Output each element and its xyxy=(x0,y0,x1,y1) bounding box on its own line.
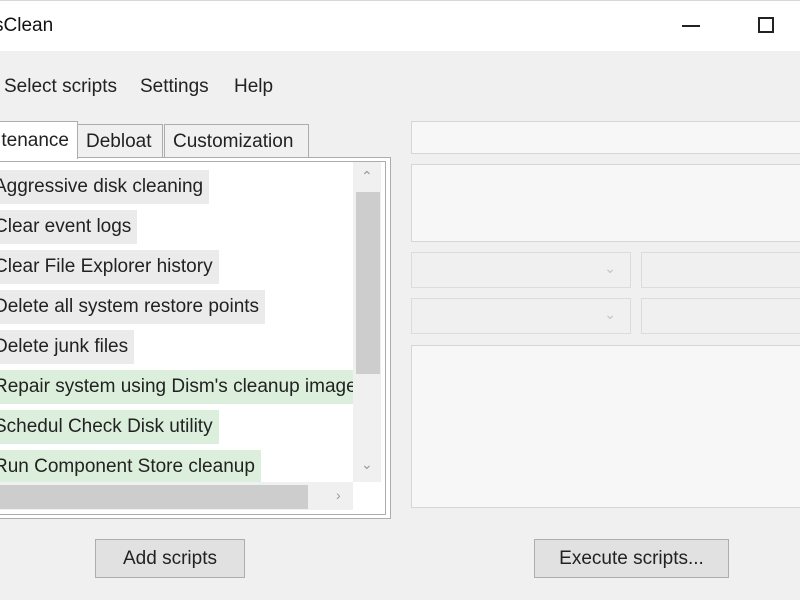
list-item[interactable]: Aggressive disk cleaning xyxy=(0,170,210,204)
minimize-icon[interactable] xyxy=(682,25,700,27)
tab-customization[interactable]: Customization xyxy=(164,124,309,158)
field-2[interactable] xyxy=(641,298,800,334)
field-1[interactable] xyxy=(641,252,800,288)
list-item-label: Run Component Store cleanup xyxy=(0,456,255,477)
menu-help[interactable]: Help xyxy=(234,76,273,98)
chevron-down-icon: ⌄ xyxy=(604,306,616,322)
chevron-right-icon[interactable]: › xyxy=(336,487,341,503)
list-item-label: Repair system using Dism's cleanup image xyxy=(0,376,354,397)
tab-debloat-label: Debloat xyxy=(86,131,152,152)
list-item[interactable]: Delete junk files xyxy=(0,330,135,364)
scripts-list[interactable]: Aggressive disk cleaning Clear event log… xyxy=(0,161,386,515)
list-item[interactable]: Run Component Store cleanup xyxy=(0,450,261,484)
list-item[interactable]: Schedul Check Disk utility xyxy=(0,410,219,444)
list-item[interactable]: Repair system using Dism's cleanup image xyxy=(0,370,354,404)
horizontal-scroll-thumb[interactable] xyxy=(0,485,308,509)
menu-settings[interactable]: Settings xyxy=(140,76,209,98)
chevron-down-icon[interactable]: ⌄ xyxy=(361,456,373,473)
script-title-field[interactable] xyxy=(411,121,800,154)
window-title: sClean xyxy=(0,15,54,36)
tab-maintenance-label: tenance xyxy=(1,130,69,151)
chevron-down-icon: ⌄ xyxy=(604,260,616,276)
list-item-label: Clear File Explorer history xyxy=(0,256,213,277)
menu-select-scripts[interactable]: Select scripts xyxy=(4,76,117,98)
list-item[interactable]: Clear event logs xyxy=(0,210,138,244)
maximize-icon[interactable] xyxy=(758,17,774,33)
tab-debloat[interactable]: Debloat xyxy=(77,124,163,158)
list-item-label: Aggressive disk cleaning xyxy=(0,176,204,197)
chevron-up-icon[interactable]: ⌃ xyxy=(361,168,373,185)
tab-maintenance[interactable]: tenance xyxy=(0,121,78,159)
list-item[interactable]: Delete all system restore points xyxy=(0,290,266,324)
list-item-label: Delete all system restore points xyxy=(0,296,260,317)
tab-panel: Aggressive disk cleaning Clear event log… xyxy=(0,157,391,519)
list-item[interactable]: Clear File Explorer history xyxy=(0,250,219,284)
combo-box-1[interactable]: ⌄ xyxy=(411,252,631,288)
horizontal-scrollbar[interactable]: › xyxy=(0,482,353,510)
vertical-scrollbar[interactable]: ⌃ ⌄ xyxy=(353,162,381,482)
list-item-label: Clear event logs xyxy=(0,216,132,237)
combo-box-2[interactable]: ⌄ xyxy=(411,298,631,334)
vertical-scroll-thumb[interactable] xyxy=(356,192,380,374)
list-item-label: Schedul Check Disk utility xyxy=(0,416,213,437)
script-output-area[interactable] xyxy=(411,345,800,508)
script-description-field[interactable] xyxy=(411,164,800,242)
title-bar: sClean xyxy=(0,0,800,51)
execute-scripts-button[interactable]: Execute scripts... xyxy=(534,539,729,578)
tab-customization-label: Customization xyxy=(173,131,294,152)
list-item-label: Delete junk files xyxy=(0,336,129,357)
menu-bar: Select scripts Settings Help xyxy=(0,51,800,121)
add-scripts-button[interactable]: Add scripts xyxy=(95,539,245,578)
